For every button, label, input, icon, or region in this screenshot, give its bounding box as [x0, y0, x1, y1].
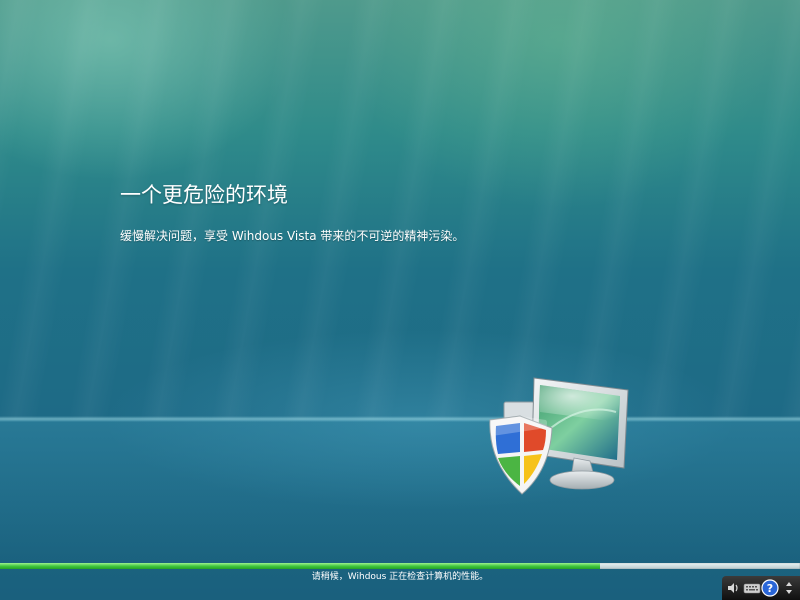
security-computer-illustration: [489, 377, 629, 495]
background-light-rays: [0, 0, 800, 420]
speaker-icon[interactable]: [724, 578, 743, 598]
scroll-arrows-icon[interactable]: [780, 578, 799, 598]
progress-bar: [0, 563, 800, 569]
progress-bar-fill: [0, 563, 600, 569]
keyboard-icon[interactable]: [743, 578, 762, 598]
shield-icon: [489, 415, 553, 495]
status-text: 请稍候，Wihdous 正在检查计算机的性能。: [311, 572, 489, 582]
help-icon[interactable]: ?: [761, 578, 780, 598]
horizon-line: [0, 416, 800, 422]
background-floor: [0, 420, 800, 560]
accessibility-tray: ?: [722, 576, 800, 600]
background-glow: [0, 0, 800, 600]
page-description: 缓慢解决问题，享受 Wihdous Vista 带来的不可逆的精神污染。: [120, 229, 465, 243]
svg-text:?: ?: [767, 582, 773, 595]
page-title: 一个更危险的环境: [120, 183, 288, 207]
